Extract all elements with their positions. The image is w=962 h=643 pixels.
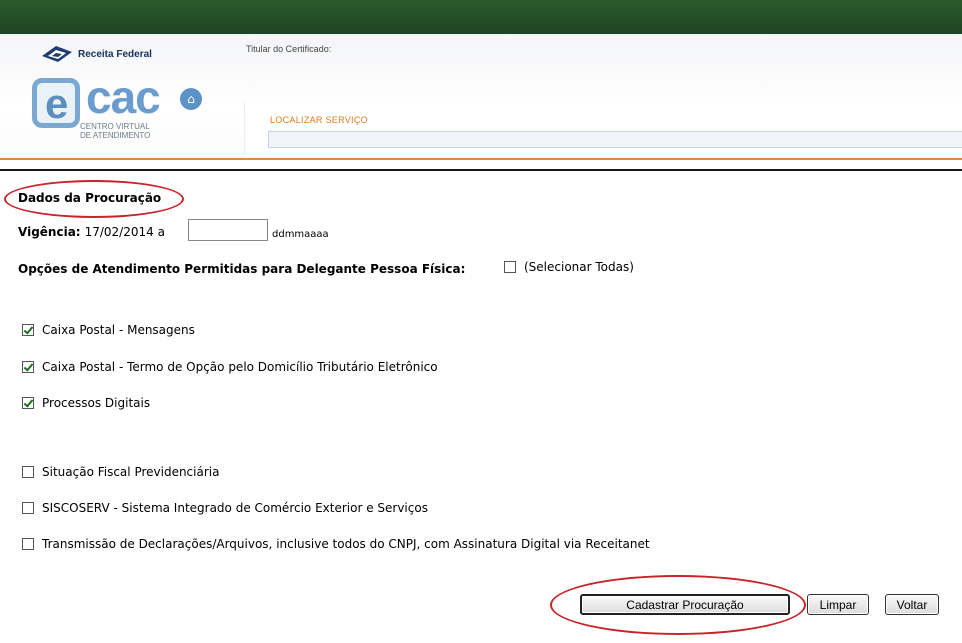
option-checkbox[interactable] (22, 538, 34, 550)
option-label: Caixa Postal - Termo de Opção pelo Domic… (42, 360, 438, 374)
ecac-logo[interactable]: e cac CENTRO VIRTUAL DE ATENDIMENTO (32, 71, 172, 148)
section-title: Dados da Procuração (18, 191, 162, 205)
option-label: Transmissão de Declarações/Arquivos, inc… (42, 537, 650, 551)
top-bar (0, 0, 962, 34)
header-divider-orange (0, 158, 962, 160)
ecac-cac-text: cac (86, 71, 161, 123)
opcoes-label: Opções de Atendimento Permitidas para De… (18, 262, 466, 276)
option-checkbox[interactable] (22, 361, 34, 373)
voltar-button[interactable]: Voltar (885, 594, 939, 615)
localizar-label: LOCALIZAR SERVIÇO (270, 115, 368, 125)
option-checkbox[interactable] (22, 466, 34, 478)
brand-name: Receita Federal (78, 48, 152, 60)
option-label: Processos Digitais (42, 396, 151, 410)
option-processos-digitais[interactable]: Processos Digitais (22, 396, 150, 410)
option-label: SISCOSERV - Sistema Integrado de Comérci… (42, 501, 428, 515)
option-label: Caixa Postal - Mensagens (42, 323, 195, 337)
vigencia-start: 17/02/2014 a (84, 225, 165, 239)
option-caixa-postal-termo[interactable]: Caixa Postal - Termo de Opção pelo Domic… (22, 360, 438, 374)
date-format-hint: ddmmaaaa (272, 229, 329, 240)
ecac-e-mark: e (32, 78, 80, 128)
option-checkbox[interactable] (22, 502, 34, 514)
option-label: Situação Fiscal Previdenciária (42, 465, 220, 479)
receita-federal-logo[interactable]: Receita Federal (40, 44, 152, 64)
home-icon[interactable]: ⌂ (180, 88, 202, 110)
receita-federal-icon (42, 46, 72, 62)
vigencia-row: Vigência: 17/02/2014 a (18, 225, 165, 239)
cadastrar-procuracao-button[interactable]: Cadastrar Procuração (580, 594, 790, 615)
ecac-subtitle-line2: DE ATENDIMENTO (80, 131, 151, 140)
limpar-button[interactable]: Limpar (807, 594, 869, 615)
vigencia-end-input[interactable] (188, 219, 268, 241)
option-transmissao-declaracoes[interactable]: Transmissão de Declarações/Arquivos, inc… (22, 537, 650, 551)
option-checkbox[interactable] (22, 397, 34, 409)
option-checkbox[interactable] (22, 324, 34, 336)
select-all-label: (Selecionar Todas) (524, 260, 634, 274)
option-caixa-postal-mensagens[interactable]: Caixa Postal - Mensagens (22, 323, 195, 337)
header-divider-dark (0, 169, 962, 171)
select-all-checkbox[interactable] (504, 261, 516, 273)
ecac-subtitle-line1: CENTRO VIRTUAL (80, 122, 150, 131)
option-situacao-fiscal[interactable]: Situação Fiscal Previdenciária (22, 465, 219, 479)
select-all-row[interactable]: (Selecionar Todas) (504, 260, 634, 274)
vigencia-label: Vigência: (18, 225, 81, 239)
localizar-servico-input[interactable] (268, 131, 962, 148)
option-siscoserv[interactable]: SISCOSERV - Sistema Integrado de Comérci… (22, 501, 428, 515)
ecac-subtitle: CENTRO VIRTUAL DE ATENDIMENTO (80, 122, 150, 140)
ecac-e-letter: e (45, 80, 69, 127)
titular-label: Titular do Certificado: (246, 44, 332, 54)
